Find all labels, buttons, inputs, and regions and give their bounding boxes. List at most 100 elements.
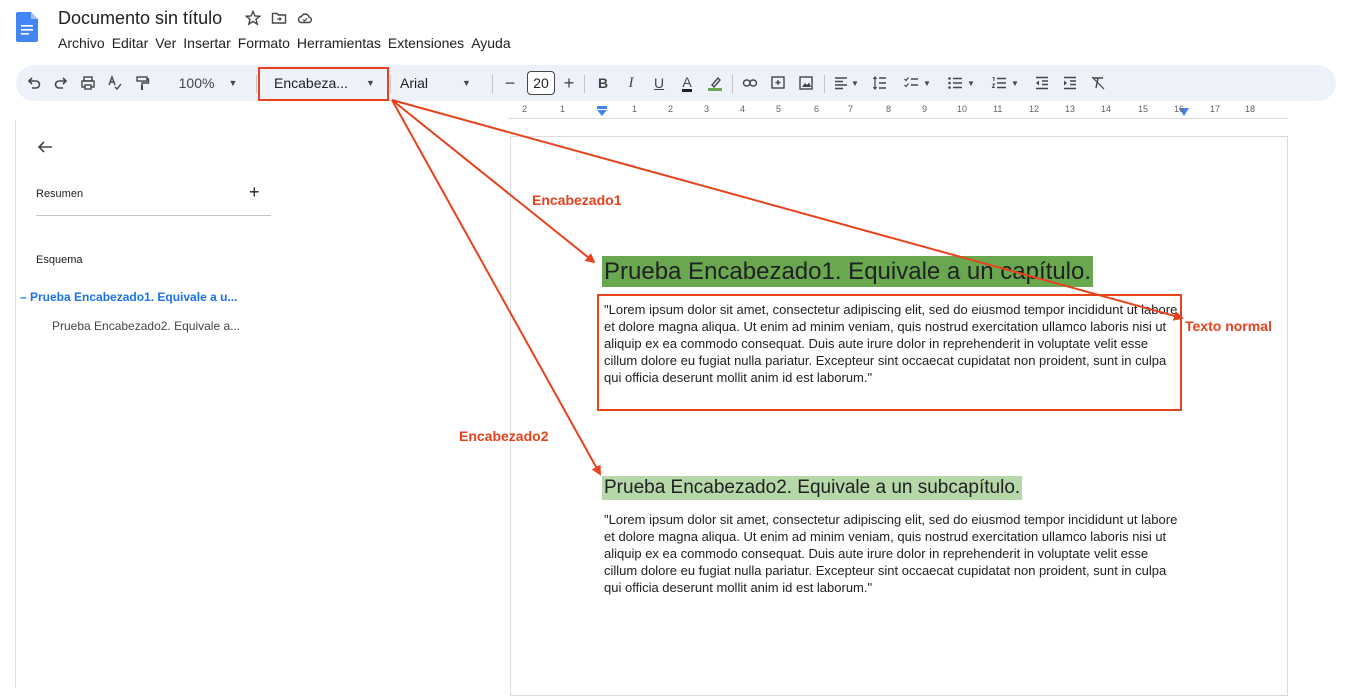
print-button[interactable] <box>74 65 102 101</box>
increase-font-size-button[interactable]: + <box>558 65 580 101</box>
vertical-ruler[interactable] <box>0 120 16 688</box>
ruler-number: 2 <box>668 104 674 114</box>
add-comment-button[interactable] <box>764 65 792 101</box>
cloud-status-icon[interactable] <box>297 10 313 26</box>
text-color-letter: A <box>682 73 692 92</box>
menu-herramientas[interactable]: Herramientas <box>297 35 381 51</box>
increase-indent-icon <box>1064 76 1076 90</box>
print-icon <box>81 76 95 90</box>
outline-label: Esquema <box>36 254 83 266</box>
bulleted-list-icon <box>948 77 963 89</box>
align-button[interactable]: ▼ <box>828 65 864 101</box>
annotation-heading1: Encabezado1 <box>532 192 622 208</box>
zoom-select[interactable]: 100% ▼ <box>162 65 254 101</box>
move-folder-icon[interactable] <box>271 10 287 26</box>
font-select[interactable]: Arial ▼ <box>394 65 490 101</box>
heading2-text[interactable]: Prueba Encabezado2. Equivale a un subcap… <box>602 476 1023 500</box>
image-icon <box>799 76 813 90</box>
heading1-text[interactable]: Prueba Encabezado1. Equivale a un capítu… <box>602 256 1094 287</box>
chevron-down-icon: ▼ <box>228 78 238 88</box>
spellcheck-button[interactable] <box>102 65 128 101</box>
ruler-number: 17 <box>1210 104 1221 114</box>
insert-image-button[interactable] <box>792 65 820 101</box>
checklist-icon <box>904 77 919 88</box>
menu-ver[interactable]: Ver <box>155 35 176 51</box>
add-summary-button[interactable]: + <box>249 182 260 203</box>
undo-button[interactable] <box>20 65 48 101</box>
ruler-number: 8 <box>886 104 892 114</box>
ruler-number: 3 <box>704 104 710 114</box>
star-icon[interactable] <box>245 10 261 26</box>
redo-button[interactable] <box>48 65 74 101</box>
font-value: Arial <box>400 75 429 91</box>
paint-format-button[interactable] <box>128 65 156 101</box>
ruler-number: 15 <box>1138 104 1149 114</box>
ruler-number: 9 <box>922 104 928 114</box>
outline-item-heading1[interactable]: – Prueba Encabezado1. Equivale a u... <box>20 290 237 304</box>
align-left-icon <box>835 77 848 90</box>
ruler-number: 7 <box>848 104 854 114</box>
ruler-number: 5 <box>776 104 782 114</box>
menu-insertar[interactable]: Insertar <box>183 35 230 51</box>
chevron-down-icon: ▼ <box>851 78 859 88</box>
chevron-down-icon: ▼ <box>1011 78 1019 88</box>
decrease-font-size-button[interactable]: − <box>498 65 522 101</box>
chevron-down-icon: ▼ <box>923 78 931 88</box>
ruler-number: 1 <box>560 104 566 114</box>
chevron-down-icon: ▼ <box>462 78 471 88</box>
style-select-highlight-box <box>258 67 389 101</box>
ruler-number: 13 <box>1065 104 1076 114</box>
menu-editar[interactable]: Editar <box>112 35 149 51</box>
checklist-button[interactable]: ▼ <box>896 65 938 101</box>
text-color-button[interactable]: A <box>674 65 700 101</box>
increase-indent-button[interactable] <box>1056 65 1084 101</box>
line-spacing-button[interactable] <box>866 65 894 101</box>
divider <box>36 215 271 216</box>
paragraph-2[interactable]: "Lorem ipsum dolor sit amet, consectetur… <box>604 511 1182 596</box>
document-page[interactable] <box>510 136 1288 696</box>
ruler-number: 18 <box>1245 104 1256 114</box>
menu-archivo[interactable]: Archivo <box>58 35 105 51</box>
indent-marker-icon[interactable] <box>596 106 608 116</box>
redo-icon <box>54 77 68 89</box>
clear-formatting-icon <box>1091 76 1105 90</box>
menu-formato[interactable]: Formato <box>238 35 290 51</box>
highlight-color-button[interactable] <box>702 65 728 101</box>
decrease-indent-icon <box>1036 76 1048 90</box>
zoom-value: 100% <box>178 75 215 91</box>
link-icon <box>742 79 758 87</box>
annotation-normal-text: Texto normal <box>1185 318 1272 334</box>
font-size-input[interactable]: 20 <box>527 71 555 95</box>
ruler-number: 2 <box>522 104 528 114</box>
menu-extensiones[interactable]: Extensiones <box>388 35 464 51</box>
ruler-number: 10 <box>957 104 968 114</box>
ruler-number: 12 <box>1029 104 1040 114</box>
clear-formatting-button[interactable] <box>1084 65 1112 101</box>
add-comment-icon <box>771 76 785 89</box>
menu-ayuda[interactable]: Ayuda <box>471 35 510 51</box>
paint-format-icon <box>136 76 150 90</box>
ruler-number: 1 <box>632 104 638 114</box>
line-spacing-icon <box>873 76 886 90</box>
outline-sidebar: Resumen + Esquema – Prueba Encabezado1. … <box>16 122 286 688</box>
document-title[interactable]: Documento sin título <box>58 8 222 29</box>
outline-item-heading2[interactable]: Prueba Encabezado2. Equivale a... <box>52 319 240 333</box>
underline-button[interactable]: U <box>646 65 672 101</box>
bold-button[interactable]: B <box>590 65 616 101</box>
insert-link-button[interactable] <box>736 65 764 101</box>
decrease-indent-button[interactable] <box>1028 65 1056 101</box>
bulleted-list-button[interactable]: ▼ <box>940 65 982 101</box>
ruler-number: 11 <box>993 104 1003 114</box>
ruler-number: 14 <box>1101 104 1112 114</box>
spellcheck-icon <box>108 75 122 91</box>
back-arrow-icon[interactable] <box>36 138 54 156</box>
summary-label: Resumen <box>36 188 84 200</box>
menu-bar: Archivo Editar Ver Insertar Formato Herr… <box>58 35 518 51</box>
highlighter-icon <box>708 76 722 91</box>
numbered-list-button[interactable]: ▼ <box>984 65 1026 101</box>
ruler-number: 6 <box>814 104 820 114</box>
numbered-list-icon <box>991 77 1007 89</box>
docs-logo-icon[interactable] <box>16 12 38 42</box>
horizontal-ruler[interactable]: 2 1 1 2 3 4 5 6 7 8 9 10 11 12 13 14 15 … <box>508 104 1288 120</box>
italic-button[interactable]: I <box>618 65 644 101</box>
